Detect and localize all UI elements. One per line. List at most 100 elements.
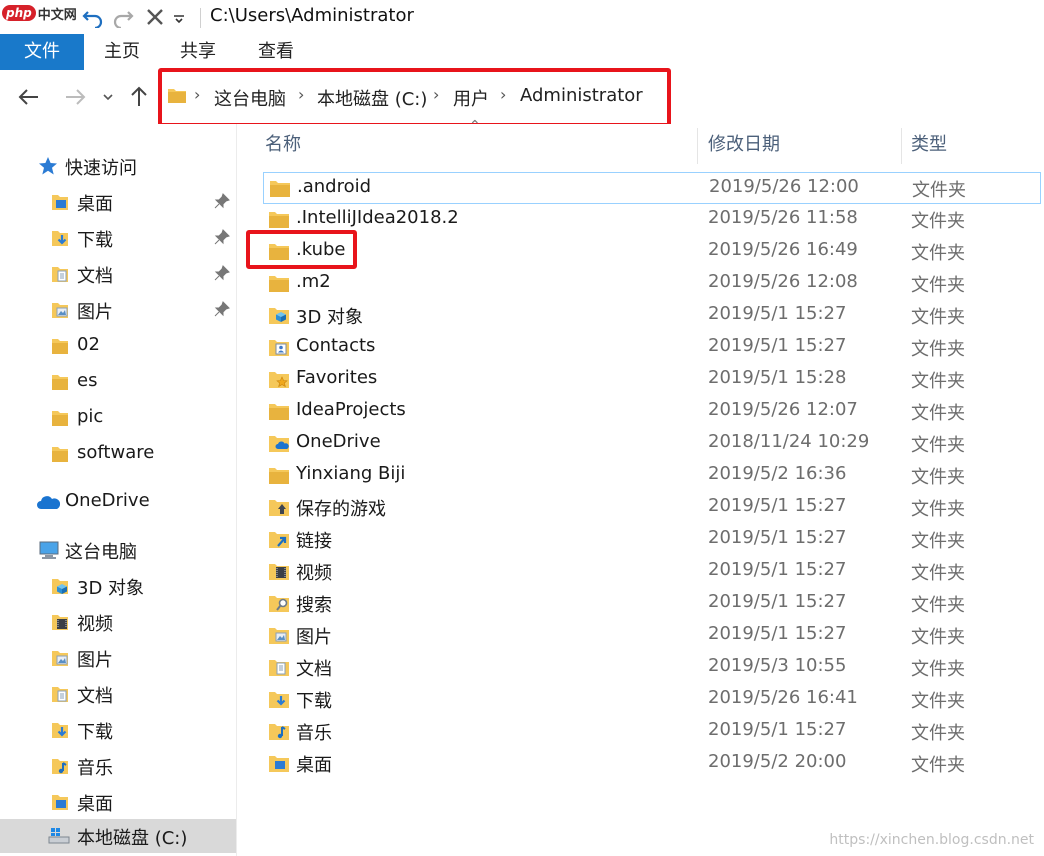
sidebar-item-videos[interactable]: 视频 <box>0 605 236 639</box>
sidebar-item-documents[interactable]: 文档 <box>0 677 236 711</box>
file-row-kube[interactable]: .kube 2019/5/26 16:49 文件夹 <box>263 236 1041 268</box>
tab-file[interactable]: 文件 <box>0 34 84 70</box>
column-header-type[interactable]: 类型 <box>911 130 947 156</box>
column-header-name[interactable]: 名称 <box>265 130 301 156</box>
tab-view[interactable]: 查看 <box>246 34 306 70</box>
sidebar-item-desktop[interactable]: 桌面 <box>0 185 236 219</box>
file-row-saved-games[interactable]: 保存的游戏 2019/5/1 15:27 文件夹 <box>263 492 1041 524</box>
customize-toolbar-chevron-icon[interactable] <box>172 6 186 28</box>
file-row-downloads[interactable]: 下载 2019/5/26 16:41 文件夹 <box>263 684 1041 716</box>
folder-icon <box>52 339 68 354</box>
undo-icon[interactable] <box>82 6 104 28</box>
sidebar-item-software[interactable]: software <box>0 437 236 471</box>
sidebar-item-onedrive[interactable]: OneDrive <box>0 485 236 519</box>
desktop-folder-icon <box>52 795 68 810</box>
sidebar-item-label: 快速访问 <box>65 158 137 179</box>
file-type: 文件夹 <box>911 307 965 328</box>
title-bar: php 中文网 C:\Users\Administrator <box>0 0 1044 34</box>
watermark-text: https://xinchen.blog.csdn.net <box>829 832 1034 848</box>
redo-icon[interactable] <box>112 6 134 28</box>
sidebar-item-pic[interactable]: pic <box>0 401 236 435</box>
sidebar-item-documents[interactable]: 文档 <box>0 257 236 291</box>
3d-objects-folder-icon <box>52 579 68 594</box>
file-row-favorites[interactable]: Favorites 2019/5/1 15:28 文件夹 <box>263 364 1041 396</box>
file-type: 文件夹 <box>911 755 965 776</box>
file-row-documents[interactable]: 文档 2019/5/3 10:55 文件夹 <box>263 652 1041 684</box>
onedrive-cloud-icon <box>37 496 60 509</box>
file-row-videos[interactable]: 视频 2019/5/1 15:27 文件夹 <box>263 556 1041 588</box>
pictures-folder-icon <box>52 303 68 318</box>
file-name: 链接 <box>296 531 332 552</box>
file-row-links[interactable]: 链接 2019/5/1 15:27 文件夹 <box>263 524 1041 556</box>
pin-icon[interactable] <box>214 301 230 317</box>
pictures-folder-icon <box>269 628 289 644</box>
sidebar-item-label: 桌面 <box>77 194 113 215</box>
sidebar-item-label: software <box>77 442 155 463</box>
up-arrow-icon[interactable] <box>126 84 152 110</box>
file-row-contacts[interactable]: Contacts 2019/5/1 15:27 文件夹 <box>263 332 1041 364</box>
file-modified-date: 2019/5/26 16:49 <box>708 239 858 260</box>
file-row-3d-objects[interactable]: 3D 对象 2019/5/1 15:27 文件夹 <box>263 300 1041 332</box>
file-row-m2[interactable]: .m2 2019/5/26 12:08 文件夹 <box>263 268 1041 300</box>
tab-share[interactable]: 共享 <box>168 34 228 70</box>
documents-folder-icon <box>269 660 289 676</box>
file-row-yinxiang-biji[interactable]: Yinxiang Biji 2019/5/2 16:36 文件夹 <box>263 460 1041 492</box>
sidebar-item-local-disk-c[interactable]: 本地磁盘 (C:) <box>0 819 236 853</box>
file-name: .m2 <box>296 271 331 292</box>
column-divider[interactable] <box>901 128 902 164</box>
sidebar-item-this-pc[interactable]: 这台电脑 <box>0 533 236 567</box>
file-type: 文件夹 <box>911 691 965 712</box>
videos-folder-icon <box>52 615 68 630</box>
file-row-searches[interactable]: 搜索 2019/5/1 15:27 文件夹 <box>263 588 1041 620</box>
file-modified-date: 2019/5/1 15:27 <box>708 303 847 324</box>
file-row-intellijidea[interactable]: .IntelliJIdea2018.2 2019/5/26 11:58 文件夹 <box>263 204 1041 236</box>
searches-folder-icon <box>269 596 289 612</box>
file-row-music[interactable]: 音乐 2019/5/1 15:27 文件夹 <box>263 716 1041 748</box>
file-row-android[interactable]: .android 2019/5/26 12:00 文件夹 <box>263 172 1041 204</box>
delete-icon[interactable] <box>144 6 166 28</box>
file-name: 视频 <box>296 563 332 584</box>
forward-arrow-icon[interactable] <box>62 84 88 110</box>
sidebar-item-pictures[interactable]: 图片 <box>0 641 236 675</box>
tab-home[interactable]: 主页 <box>92 34 152 70</box>
folder-icon <box>269 404 289 420</box>
sidebar-item-02[interactable]: 02 <box>0 329 236 363</box>
file-name: 搜索 <box>296 595 332 616</box>
file-type: 文件夹 <box>911 659 965 680</box>
documents-folder-icon <box>52 687 68 702</box>
sidebar-item-downloads[interactable]: 下载 <box>0 713 236 747</box>
file-row-onedrive[interactable]: OneDrive 2018/11/24 10:29 文件夹 <box>263 428 1041 460</box>
recent-locations-chevron-icon[interactable] <box>100 84 116 110</box>
file-modified-date: 2019/5/2 20:00 <box>708 751 847 772</box>
file-name: .android <box>297 176 372 197</box>
music-folder-icon <box>269 724 289 740</box>
file-modified-date: 2019/5/1 15:27 <box>708 495 847 516</box>
file-name: 桌面 <box>296 755 332 776</box>
sidebar-item-label: OneDrive <box>65 490 150 511</box>
window-title: C:\Users\Administrator <box>210 5 414 26</box>
sidebar-item-pictures[interactable]: 图片 <box>0 293 236 327</box>
sidebar-item-music[interactable]: 音乐 <box>0 749 236 783</box>
computer-icon <box>39 541 59 559</box>
column-header-modified[interactable]: 修改日期 <box>708 130 780 156</box>
back-arrow-icon[interactable] <box>16 84 42 110</box>
sidebar-item-downloads[interactable]: 下载 <box>0 221 236 255</box>
sidebar-item-quick-access[interactable]: 快速访问 <box>0 149 236 183</box>
pin-icon[interactable] <box>214 265 230 281</box>
sidebar-item-label: es <box>77 370 98 391</box>
file-name: Contacts <box>296 335 376 356</box>
kube-highlight-box <box>246 230 357 269</box>
file-row-desktop[interactable]: 桌面 2019/5/2 20:00 文件夹 <box>263 748 1041 780</box>
column-divider[interactable] <box>697 128 698 164</box>
sidebar-item-desktop[interactable]: 桌面 <box>0 785 236 819</box>
file-row-ideaprojects[interactable]: IdeaProjects 2019/5/26 12:07 文件夹 <box>263 396 1041 428</box>
desktop-folder-icon <box>269 756 289 772</box>
file-modified-date: 2018/11/24 10:29 <box>708 431 870 452</box>
pin-icon[interactable] <box>214 193 230 209</box>
sidebar-item-es[interactable]: es <box>0 365 236 399</box>
sidebar-item-label: 本地磁盘 (C:) <box>77 828 188 849</box>
pin-icon[interactable] <box>214 229 230 245</box>
star-icon <box>39 157 57 175</box>
sidebar-item-3d-objects[interactable]: 3D 对象 <box>0 569 236 603</box>
file-row-pictures[interactable]: 图片 2019/5/1 15:27 文件夹 <box>263 620 1041 652</box>
